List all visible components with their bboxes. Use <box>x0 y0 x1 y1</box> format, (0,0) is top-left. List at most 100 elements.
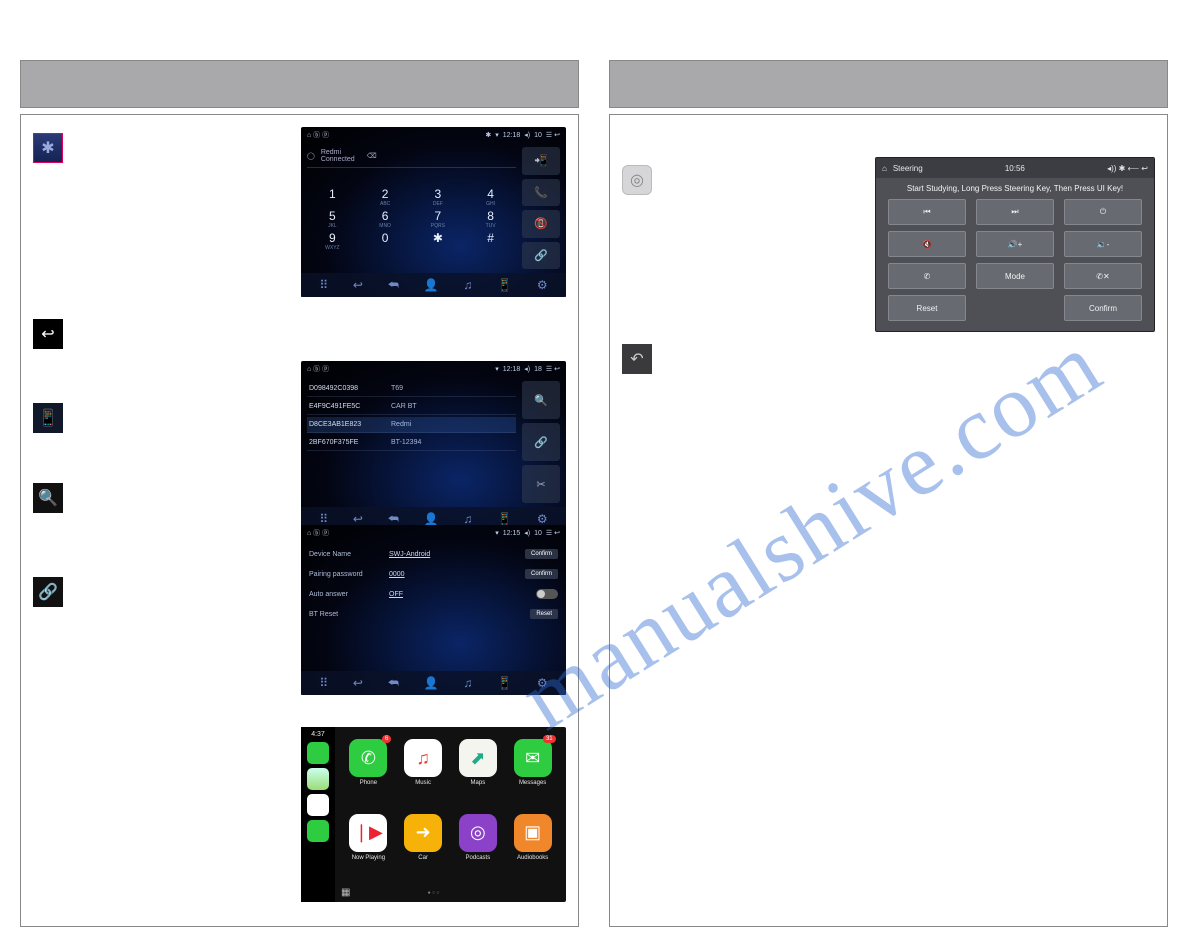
carplay-app-now-playing[interactable]: ❘▶Now Playing <box>345 814 392 881</box>
dialer-side-btn-3[interactable]: 🔗 <box>522 242 560 270</box>
confirm-button[interactable]: Confirm <box>525 549 558 559</box>
pairing-side-buttons: 🔍 🔗 ✂ <box>522 381 560 503</box>
toggle[interactable] <box>536 589 558 599</box>
carplay-side-messages-icon[interactable] <box>307 820 329 842</box>
steering-btn-confirm[interactable]: Confirm <box>1064 295 1142 321</box>
nav-item-0[interactable]: ⠿ <box>319 512 328 526</box>
steering-btn-1[interactable]: ⏭ <box>976 199 1054 225</box>
dial-key-8[interactable]: 8TUV <box>465 209 516 229</box>
pair-side-btn-0[interactable]: 🔍 <box>522 381 560 419</box>
carplay-app-podcasts[interactable]: ◎Podcasts <box>455 814 502 881</box>
nav-item-5[interactable]: 📱 <box>497 512 512 526</box>
left-header-bar <box>20 60 579 108</box>
pairing-screenshot: ⌂ ⓑ ⓟ ▾ 12:18 ◂) 18 ☰ ↩ D098492C0398T69E… <box>301 361 566 531</box>
nav-item-5[interactable]: 📱 <box>497 278 512 292</box>
steering-btn-6[interactable]: ✆ <box>888 263 966 289</box>
menu-icon: ☰ ↩ <box>546 131 560 139</box>
nav-item-2[interactable]: ⮪ <box>388 278 399 293</box>
nav-item-6[interactable]: ⚙ <box>537 676 548 690</box>
page-dots: ● ○ ○ <box>428 890 440 896</box>
nav-item-2[interactable]: ⮪ <box>388 676 399 691</box>
dialer-side-btn-0[interactable]: 📲 <box>522 147 560 175</box>
settings-row: Auto answerOFF <box>307 585 560 603</box>
carplay-app-phone[interactable]: ✆Phone <box>345 739 392 806</box>
pair-side-btn-2[interactable]: ✂ <box>522 465 560 503</box>
dial-key-4[interactable]: 4GHI <box>465 187 516 207</box>
nav-item-1[interactable]: ↩ <box>353 278 363 292</box>
nav-item-4[interactable]: ♫ <box>463 676 472 690</box>
wifi-icon: ▾ <box>495 365 499 373</box>
menu-icon: ☰ ↩ <box>546 365 560 373</box>
nav-item-6[interactable]: ⚙ <box>537 512 548 526</box>
steering-btn-3[interactable]: 🔇 <box>888 231 966 257</box>
nav-item-4[interactable]: ♫ <box>463 278 472 292</box>
steering-btn-reset[interactable]: Reset <box>888 295 966 321</box>
steering-btn-8[interactable]: ✆✕ <box>1064 263 1142 289</box>
dial-key-0[interactable]: 0 <box>360 231 411 251</box>
pair-row[interactable]: 2BF670F375FEBT-12394 <box>307 435 516 451</box>
carplay-time: 4:37 <box>311 731 325 738</box>
steering-btn-5[interactable]: 🔉- <box>1064 231 1142 257</box>
steering-button-grid: ⏮ ⏭ ⏻ 🔇 🔊+ 🔉- ✆ Mode ✆✕ Reset Confirm <box>876 195 1154 331</box>
pair-row[interactable]: D8CE3AB1E823Redmi <box>307 417 516 433</box>
pair-row[interactable]: D098492C0398T69 <box>307 381 516 397</box>
dial-grid: 12ABC3DEF4GHI 5JKL6MNO7PQRS8TUV 9WXYZ0✱# <box>307 168 516 269</box>
dial-key-2[interactable]: 2ABC <box>360 187 411 207</box>
dialer-side-btn-1[interactable]: 📞 <box>522 179 560 207</box>
carplay-home-icon[interactable]: ▦ <box>341 887 350 898</box>
steering-btn-mode[interactable]: Mode <box>976 263 1054 289</box>
nav-item-3[interactable]: 👤 <box>424 512 439 526</box>
steering-title: Steering <box>893 164 923 173</box>
steering-btn-0[interactable]: ⏮ <box>888 199 966 225</box>
reset-button[interactable]: Reset <box>530 609 558 619</box>
steering-clock: 10:56 <box>1005 164 1025 173</box>
device-state: Connected <box>321 156 355 163</box>
nav-item-3[interactable]: 👤 <box>424 676 439 690</box>
nav-item-0[interactable]: ⠿ <box>319 278 328 292</box>
confirm-button[interactable]: Confirm <box>525 569 558 579</box>
dial-key-1[interactable]: 1 <box>307 187 358 207</box>
steering-btn-2[interactable]: ⏻ <box>1064 199 1142 225</box>
steering-btn-4[interactable]: 🔊+ <box>976 231 1054 257</box>
steering-wheel-icon: ◎ <box>622 165 652 195</box>
nav-item-3[interactable]: 👤 <box>424 278 439 292</box>
battery: 18 <box>534 366 542 373</box>
nav-item-5[interactable]: 📱 <box>497 676 512 690</box>
home-icon[interactable]: ⌂ <box>882 164 887 173</box>
dial-key-7[interactable]: 7PQRS <box>413 209 464 229</box>
volume-icon: ◂) <box>524 529 530 537</box>
nav-item-6[interactable]: ⚙ <box>537 278 548 292</box>
carplay-side-music-icon[interactable] <box>307 794 329 816</box>
dial-key-#[interactable]: # <box>465 231 516 251</box>
bt-settings-screenshot: ⌂ ⓑ ⓟ ▾ 12:15 ◂) 10 ☰ ↩ Device NameSWJ-A… <box>301 525 566 695</box>
volume-icon: ◂) <box>524 131 530 139</box>
nav-item-0[interactable]: ⠿ <box>319 676 328 690</box>
carplay-side-maps-icon[interactable] <box>307 768 329 790</box>
carplay-app-audiobooks[interactable]: ▣Audiobooks <box>509 814 556 881</box>
nav-item-4[interactable]: ♫ <box>463 512 472 526</box>
right-column: ◎ ⌂ Steering 10:56 ◂)) ✱ ⟵ ↩ Start Study… <box>609 60 1168 927</box>
pair-row[interactable]: E4F9C491FE5CCAR BT <box>307 399 516 415</box>
carplay-app-messages[interactable]: ✉Messages <box>509 739 556 806</box>
carplay-app-car[interactable]: ➜Car <box>400 814 447 881</box>
dial-key-3[interactable]: 3DEF <box>413 187 464 207</box>
carplay-app-maps[interactable]: ⬈Maps <box>455 739 502 806</box>
connected-device: ◯ Redmi Connected ⌫ <box>307 147 516 168</box>
dial-key-5[interactable]: 5JKL <box>307 209 358 229</box>
dial-key-9[interactable]: 9WXYZ <box>307 231 358 251</box>
left-panel: ✱ ⌂ ⓑ ⓟ ✱ ▾ 12:18 ◂) 10 ☰ ↩ <box>20 114 579 927</box>
backspace-icon[interactable]: ⌫ <box>367 152 377 160</box>
link-icon: 🔗 <box>33 577 63 607</box>
carplay-app-music[interactable]: ♫Music <box>400 739 447 806</box>
steering-titlebar: ⌂ Steering 10:56 ◂)) ✱ ⟵ ↩ <box>876 158 1154 178</box>
phone-list-icon: 📱 <box>33 403 63 433</box>
pair-side-btn-1[interactable]: 🔗 <box>522 423 560 461</box>
dial-key-6[interactable]: 6MNO <box>360 209 411 229</box>
nav-item-1[interactable]: ↩ <box>353 512 363 526</box>
settings-nav-bar: ⠿ ↩ ⮪ 👤 ♫ 📱 ⚙ <box>301 671 566 695</box>
dial-key-✱[interactable]: ✱ <box>413 231 464 251</box>
carplay-side-phone-icon[interactable] <box>307 742 329 764</box>
nav-item-1[interactable]: ↩ <box>353 676 363 690</box>
right-header-bar <box>609 60 1168 108</box>
dialer-side-btn-2[interactable]: 📵 <box>522 210 560 238</box>
